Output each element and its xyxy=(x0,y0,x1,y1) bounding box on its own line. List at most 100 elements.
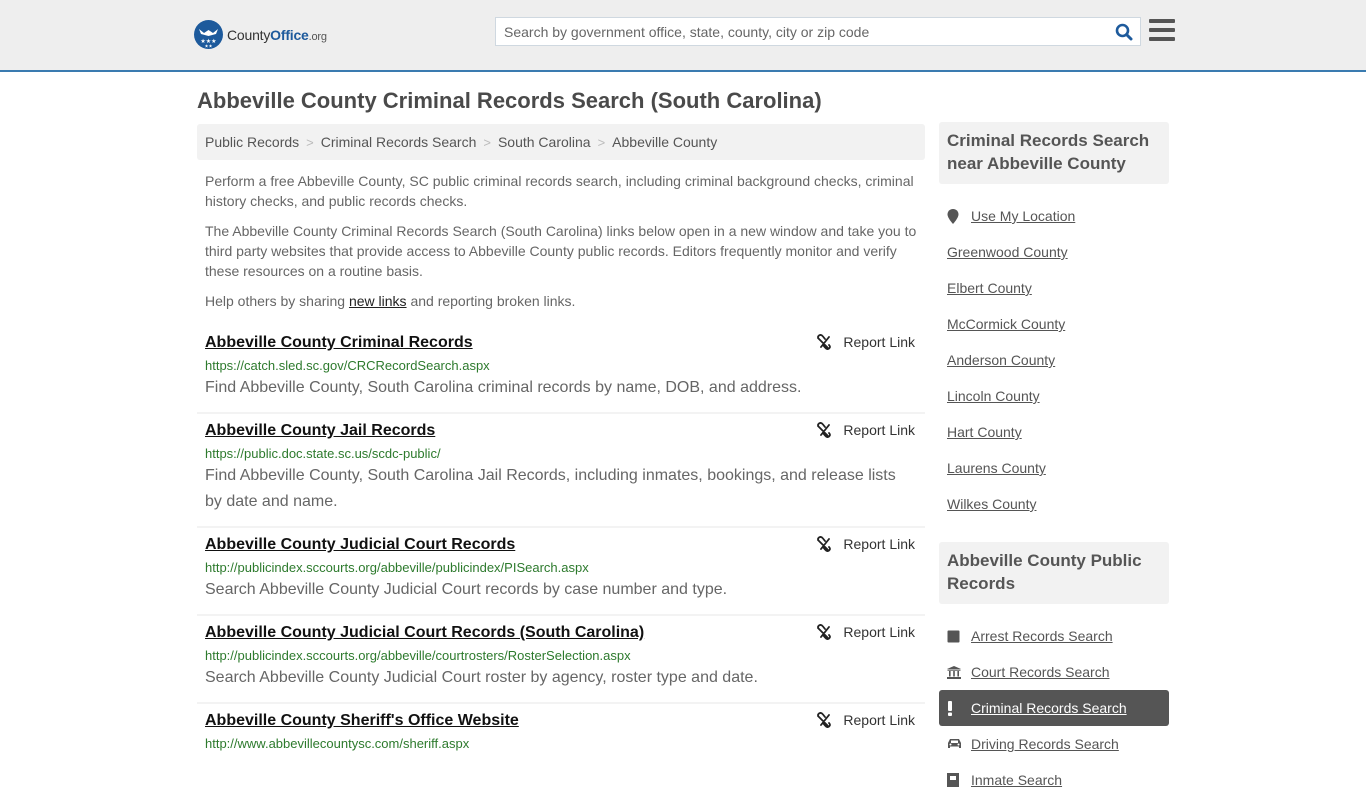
eagle-logo-icon: ★★★ ★★ xyxy=(194,20,223,49)
nearby-county-item[interactable]: Wilkes County xyxy=(939,486,1169,522)
result-item: Abbeville County Sheriff's Office Websit… xyxy=(197,704,925,764)
search-button[interactable] xyxy=(1108,18,1140,45)
sidebar-link[interactable]: Inmate Search xyxy=(971,772,1062,788)
sidebar-link[interactable]: Driving Records Search xyxy=(971,736,1119,752)
result-item: Abbeville County Judicial Court Records … xyxy=(197,528,925,616)
result-title-link[interactable]: Abbeville County Jail Records xyxy=(205,420,435,442)
result-description: Find Abbeville County, South Carolina cr… xyxy=(205,379,802,396)
breadcrumb-separator: > xyxy=(597,134,606,150)
nearby-county-item[interactable]: Elbert County xyxy=(939,270,1169,306)
result-description: Search Abbeville County Judicial Court r… xyxy=(205,669,758,686)
map-pin-icon xyxy=(947,208,963,224)
breadcrumb: Public Records > Criminal Records Search… xyxy=(197,124,925,160)
search-input[interactable] xyxy=(496,18,1108,45)
nearby-county-item[interactable]: Laurens County xyxy=(939,450,1169,486)
report-link-button[interactable]: Report Link xyxy=(816,334,915,350)
result-description: Find Abbeville County, South Carolina Ja… xyxy=(205,467,896,510)
exclamation-icon xyxy=(947,700,963,716)
use-my-location-item[interactable]: Use My Location xyxy=(939,198,1169,234)
nearby-county-link[interactable]: Wilkes County xyxy=(947,496,1036,512)
public-records-heading: Abbeville County Public Records xyxy=(939,542,1169,604)
breadcrumb-public-records[interactable]: Public Records xyxy=(205,134,299,150)
intro-paragraph: Perform a free Abbeville County, SC publ… xyxy=(205,173,914,209)
breadcrumb-separator: > xyxy=(483,134,491,150)
nearby-county-link[interactable]: Lincoln County xyxy=(947,388,1040,404)
sidebar-item-court-records[interactable]: Court Records Search xyxy=(939,654,1169,690)
sidebar-link[interactable]: Arrest Records Search xyxy=(971,628,1113,644)
nearby-county-link[interactable]: Laurens County xyxy=(947,460,1046,476)
nearby-list: Use My Location Greenwood County Elbert … xyxy=(939,184,1169,528)
result-url: http://publicindex.sccourts.org/abbevill… xyxy=(205,648,631,663)
courthouse-icon xyxy=(947,665,963,679)
report-link-label: Report Link xyxy=(843,422,915,438)
main-content: Public Records > Criminal Records Search… xyxy=(197,124,925,764)
report-link-button[interactable]: Report Link xyxy=(816,536,915,552)
car-icon xyxy=(947,738,963,750)
use-my-location-link[interactable]: Use My Location xyxy=(971,208,1075,224)
hamburger-menu-button[interactable] xyxy=(1149,19,1175,43)
svg-text:★★: ★★ xyxy=(204,44,212,50)
report-link-button[interactable]: Report Link xyxy=(816,624,915,640)
jail-icon xyxy=(947,773,963,787)
nearby-county-item[interactable]: Lincoln County xyxy=(939,378,1169,414)
nearby-county-item[interactable]: Anderson County xyxy=(939,342,1169,378)
report-link-label: Report Link xyxy=(843,712,915,728)
result-item: Abbeville County Jail Records https://pu… xyxy=(197,414,925,528)
nearby-county-item[interactable]: Greenwood County xyxy=(939,234,1169,270)
menu-bar-icon xyxy=(1149,19,1175,23)
result-title-link[interactable]: Abbeville County Criminal Records xyxy=(205,332,473,354)
report-link-button[interactable]: Report Link xyxy=(816,422,915,438)
nearby-county-item[interactable]: McCormick County xyxy=(939,306,1169,342)
logo-text-tld: .org xyxy=(308,30,327,43)
share-links-paragraph: Help others by sharing new links and rep… xyxy=(205,291,917,311)
sidebar: Criminal Records Search near Abbeville C… xyxy=(939,122,1169,804)
result-url: https://public.doc.state.sc.us/scdc-publ… xyxy=(205,446,441,461)
breadcrumb-criminal-records-search[interactable]: Criminal Records Search xyxy=(321,134,477,150)
nearby-heading: Criminal Records Search near Abbeville C… xyxy=(939,122,1169,184)
nearby-county-link[interactable]: Anderson County xyxy=(947,352,1055,368)
logo-text-county: County xyxy=(227,26,271,43)
logo-wordmark: CountyOffice.org xyxy=(227,27,327,43)
sidebar-link[interactable]: Court Records Search xyxy=(971,664,1110,680)
report-link-label: Report Link xyxy=(843,334,915,350)
search-bar xyxy=(495,17,1141,46)
nearby-county-link[interactable]: McCormick County xyxy=(947,316,1065,332)
intro-text: Perform a free Abbeville County, SC publ… xyxy=(197,171,925,311)
result-url: https://catch.sled.sc.gov/CRCRecordSearc… xyxy=(205,358,490,373)
sidebar-item-inmate-search[interactable]: Inmate Search xyxy=(939,762,1169,798)
site-header: ★★★ ★★ CountyOffice.org xyxy=(0,0,1366,72)
sidebar-item-driving-records[interactable]: Driving Records Search xyxy=(939,726,1169,762)
broken-link-icon xyxy=(817,712,832,728)
share-text: and reporting broken links. xyxy=(406,293,576,309)
report-link-button[interactable]: Report Link xyxy=(816,712,915,728)
result-title-link[interactable]: Abbeville County Sheriff's Office Websit… xyxy=(205,710,519,732)
nearby-county-link[interactable]: Greenwood County xyxy=(947,244,1068,260)
result-title-link[interactable]: Abbeville County Judicial Court Records … xyxy=(205,622,644,644)
nearby-county-link[interactable]: Hart County xyxy=(947,424,1022,440)
sidebar-link[interactable]: Criminal Records Search xyxy=(971,700,1127,716)
breadcrumb-abbeville-county[interactable]: Abbeville County xyxy=(612,134,717,150)
site-logo[interactable]: ★★★ ★★ CountyOffice.org xyxy=(194,20,327,49)
report-link-label: Report Link xyxy=(843,536,915,552)
broken-link-icon xyxy=(817,624,832,640)
result-url: http://www.abbevillecountysc.com/sheriff… xyxy=(205,736,470,751)
results-list: Abbeville County Criminal Records https:… xyxy=(197,326,925,764)
breadcrumb-south-carolina[interactable]: South Carolina xyxy=(498,134,591,150)
logo-text-office: Office xyxy=(270,26,309,43)
result-item: Abbeville County Judicial Court Records … xyxy=(197,616,925,704)
result-title-link[interactable]: Abbeville County Judicial Court Records xyxy=(205,534,515,556)
square-icon xyxy=(947,630,963,643)
sidebar-item-criminal-records[interactable]: Criminal Records Search xyxy=(939,690,1169,726)
nearby-county-link[interactable]: Elbert County xyxy=(947,280,1032,296)
sidebar-item-arrest-records[interactable]: Arrest Records Search xyxy=(939,618,1169,654)
broken-link-icon xyxy=(817,422,832,438)
share-text: Help others by sharing xyxy=(205,293,349,309)
nearby-county-item[interactable]: Hart County xyxy=(939,414,1169,450)
search-icon xyxy=(1115,23,1133,40)
intro-paragraph: The Abbeville County Criminal Records Se… xyxy=(205,223,917,279)
broken-link-icon xyxy=(817,536,832,552)
result-item: Abbeville County Criminal Records https:… xyxy=(197,326,925,414)
new-links-link[interactable]: new links xyxy=(349,293,407,309)
result-description: Search Abbeville County Judicial Court r… xyxy=(205,581,728,598)
page-title: Abbeville County Criminal Records Search… xyxy=(197,88,822,113)
